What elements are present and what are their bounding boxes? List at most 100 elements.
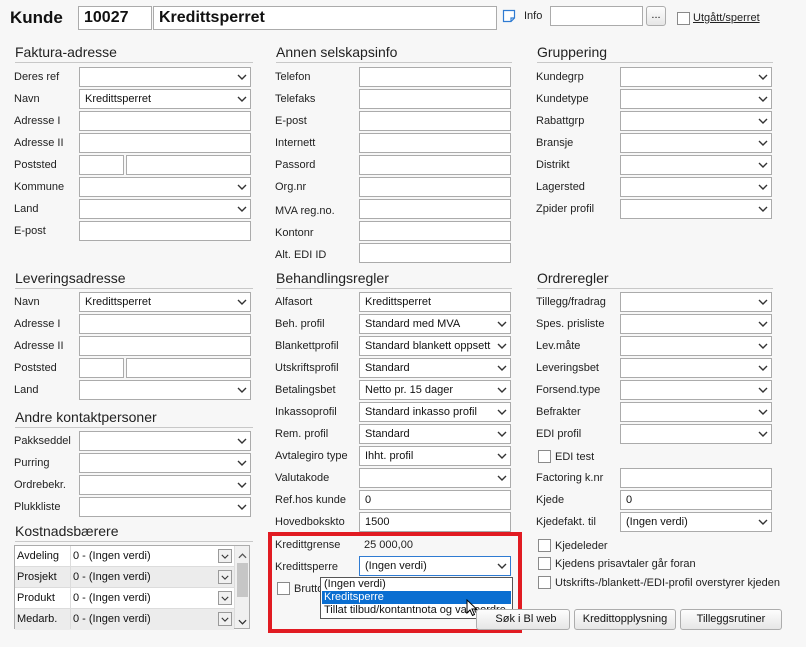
lev-adresse2-field[interactable] bbox=[79, 336, 251, 356]
customer-name-field[interactable]: Kredittsperret bbox=[153, 6, 497, 30]
tilleggsrutiner-button[interactable]: Tilleggsrutiner bbox=[680, 609, 782, 630]
plukkliste-combo[interactable] bbox=[79, 497, 251, 517]
chevron-down-icon[interactable] bbox=[754, 315, 771, 333]
chevron-down-icon[interactable] bbox=[754, 134, 771, 152]
chevron-down-icon[interactable] bbox=[493, 425, 510, 443]
scroll-up-icon[interactable] bbox=[238, 550, 247, 559]
lev-poststed-field[interactable] bbox=[126, 358, 251, 378]
factoring-field[interactable] bbox=[620, 468, 772, 488]
lagersted-combo[interactable] bbox=[620, 177, 772, 197]
chevron-down-icon[interactable] bbox=[233, 293, 250, 311]
valuta-combo[interactable] bbox=[359, 468, 511, 488]
lev-postnr-field[interactable] bbox=[79, 358, 124, 378]
chevron-down-icon[interactable] bbox=[754, 90, 771, 108]
orgnr-field[interactable] bbox=[359, 177, 511, 197]
chevron-down-icon[interactable] bbox=[233, 90, 250, 108]
chevron-down-icon[interactable] bbox=[493, 403, 510, 421]
chevron-down-icon[interactable] bbox=[493, 359, 510, 377]
chevron-down-icon[interactable] bbox=[754, 337, 771, 355]
chevron-down-icon[interactable] bbox=[233, 498, 250, 516]
kommune-combo[interactable] bbox=[79, 177, 251, 197]
lev-navn-combo[interactable]: Kredittsperret bbox=[79, 292, 251, 312]
ordrebekr-combo[interactable] bbox=[79, 475, 251, 495]
kredittopplysning-button[interactable]: Kredittopplysning bbox=[574, 609, 676, 630]
poststed-field[interactable] bbox=[126, 155, 251, 175]
expired-checkbox[interactable] bbox=[677, 12, 690, 25]
adresse1-field[interactable] bbox=[79, 111, 251, 131]
chevron-down-icon[interactable] bbox=[754, 178, 771, 196]
table-row[interactable]: Medarb. 0 - (Ingen verdi) bbox=[15, 609, 234, 630]
kundetype-combo[interactable] bbox=[620, 89, 772, 109]
chevron-down-icon[interactable] bbox=[233, 476, 250, 494]
purring-combo[interactable] bbox=[79, 453, 251, 473]
telefon-field[interactable] bbox=[359, 67, 511, 87]
editest-checkbox[interactable] bbox=[538, 450, 551, 463]
kjedefakt-combo[interactable]: (Ingen verdi) bbox=[620, 512, 772, 532]
passord-field[interactable] bbox=[359, 155, 511, 175]
chevron-down-icon[interactable] bbox=[754, 156, 771, 174]
chevron-down-icon[interactable] bbox=[218, 612, 232, 626]
edi-field[interactable] bbox=[359, 243, 511, 263]
chevron-down-icon[interactable] bbox=[754, 513, 771, 531]
customer-number-field[interactable]: 10027 bbox=[78, 6, 152, 30]
search-web-button[interactable]: Søk i Bl web bbox=[476, 609, 570, 630]
avtalegiro-combo[interactable]: Ihht. profil bbox=[359, 446, 511, 466]
zpider-combo[interactable] bbox=[620, 199, 772, 219]
scroll-thumb[interactable] bbox=[237, 563, 248, 597]
rem-combo[interactable]: Standard bbox=[359, 424, 511, 444]
chevron-down-icon[interactable] bbox=[233, 68, 250, 86]
chevron-down-icon[interactable] bbox=[233, 432, 250, 450]
chevron-down-icon[interactable] bbox=[233, 381, 250, 399]
adresse2-field[interactable] bbox=[79, 133, 251, 153]
distrikt-combo[interactable] bbox=[620, 155, 772, 175]
lev-land-combo[interactable] bbox=[79, 380, 251, 400]
hovedbok-field[interactable]: 1500 bbox=[359, 512, 511, 532]
chevron-down-icon[interactable] bbox=[233, 178, 250, 196]
epost2-field[interactable] bbox=[359, 111, 511, 131]
bransje-combo[interactable] bbox=[620, 133, 772, 153]
chevron-down-icon[interactable] bbox=[754, 403, 771, 421]
land-combo[interactable] bbox=[79, 199, 251, 219]
chevron-down-icon[interactable] bbox=[754, 425, 771, 443]
chevron-down-icon[interactable] bbox=[754, 200, 771, 218]
betaling-combo[interactable]: Netto pr. 15 dager bbox=[359, 380, 511, 400]
internett-field[interactable] bbox=[359, 133, 511, 153]
chevron-down-icon[interactable] bbox=[493, 337, 510, 355]
blankett-combo[interactable]: Standard blankett oppsett bbox=[359, 336, 511, 356]
telefaks-field[interactable] bbox=[359, 89, 511, 109]
deres-ref-combo[interactable] bbox=[79, 67, 251, 87]
chevron-down-icon[interactable] bbox=[754, 112, 771, 130]
kjede-field[interactable]: 0 bbox=[620, 490, 772, 510]
chevron-down-icon[interactable] bbox=[233, 200, 250, 218]
chevron-down-icon[interactable] bbox=[218, 549, 232, 563]
chevron-down-icon[interactable] bbox=[218, 570, 232, 584]
table-row[interactable]: Avdeling 0 - (Ingen verdi) bbox=[15, 546, 234, 567]
alfasort-field[interactable]: Kredittsperret bbox=[359, 292, 511, 312]
rabattgrp-combo[interactable] bbox=[620, 111, 772, 131]
forsend-combo[interactable] bbox=[620, 380, 772, 400]
utskrift-combo[interactable]: Standard bbox=[359, 358, 511, 378]
table-row[interactable]: Produkt 0 - (Ingen verdi) bbox=[15, 588, 234, 609]
postnr-field[interactable] bbox=[79, 155, 124, 175]
befrakter-combo[interactable] bbox=[620, 402, 772, 422]
kjedens-checkbox[interactable] bbox=[538, 557, 551, 570]
ediprofil-combo[interactable] bbox=[620, 424, 772, 444]
chevron-down-icon[interactable] bbox=[493, 315, 510, 333]
chevron-down-icon[interactable] bbox=[754, 381, 771, 399]
spes-combo[interactable] bbox=[620, 314, 772, 334]
scroll-down-icon[interactable] bbox=[238, 616, 247, 622]
chevron-down-icon[interactable] bbox=[493, 447, 510, 465]
kontonr-field[interactable] bbox=[359, 221, 511, 241]
mva-field[interactable] bbox=[359, 199, 511, 219]
info-field[interactable] bbox=[550, 6, 643, 26]
leveringsbet-combo[interactable] bbox=[620, 358, 772, 378]
utskrifts-checkbox[interactable] bbox=[538, 576, 551, 589]
inkasso-combo[interactable]: Standard inkasso profil bbox=[359, 402, 511, 422]
lev-adresse1-field[interactable] bbox=[79, 314, 251, 334]
refhos-field[interactable]: 0 bbox=[359, 490, 511, 510]
table-row[interactable]: Prosjekt 0 - (Ingen verdi) bbox=[15, 567, 234, 588]
chevron-down-icon[interactable] bbox=[233, 454, 250, 472]
pakkseddel-combo[interactable] bbox=[79, 431, 251, 451]
grid-scrollbar[interactable] bbox=[234, 546, 249, 628]
chevron-down-icon[interactable] bbox=[754, 359, 771, 377]
